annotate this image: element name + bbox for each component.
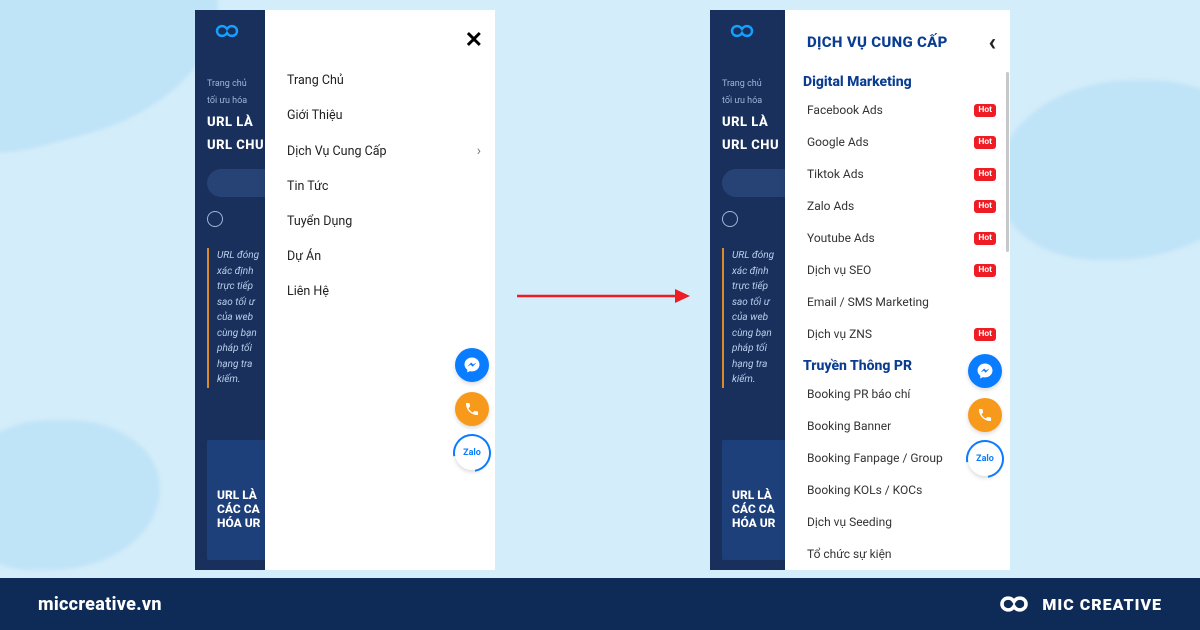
hot-badge: Hot [974,232,996,245]
hot-badge: Hot [974,328,996,341]
messenger-icon [976,362,994,380]
menu-item-label: Tin Tức [287,179,328,194]
brand-logo-icon [207,18,247,44]
avatar-icon [207,211,223,227]
footer-brand: MIC CREATIVE [996,591,1162,617]
service-item-label: Dịch vụ ZNS [807,327,872,341]
phone-button[interactable] [968,398,1002,432]
service-item-label: Email / SMS Marketing [807,295,929,309]
back-icon[interactable]: ‹ [988,28,996,56]
service-item[interactable]: Dịch vụ ZNS Hot [803,318,996,350]
menu-item-label: Tuyển Dụng [287,214,352,229]
messenger-button[interactable] [455,348,489,382]
service-item[interactable]: Google Ads Hot [803,126,996,158]
main-menu-item[interactable]: Liên Hệ [287,274,495,309]
service-item-label: Dịch vụ Seeding [807,515,892,529]
service-item[interactable]: Tổ chức sự kiện [803,538,996,570]
hot-badge: Hot [974,168,996,181]
phone-icon [977,407,993,423]
submenu-title: DỊCH VỤ CUNG CẤP [807,33,948,51]
menu-item-label: Dịch Vụ Cung Cấp [287,144,387,159]
menu-item-label: Trang Chủ [287,73,344,88]
service-item[interactable]: Email / SMS Marketing [803,286,996,318]
scrollbar[interactable] [1006,72,1009,252]
service-item-label: Booking PR báo chí [807,387,910,401]
service-item-label: Booking KOLs / KOCs [807,483,922,497]
menu-item-label: Dự Án [287,249,321,264]
hot-badge: Hot [974,200,996,213]
phone-button[interactable] [455,392,489,426]
service-item-label: Booking Fanpage / Group [807,451,943,465]
messenger-icon [463,356,481,374]
phone-icon [464,401,480,417]
service-item[interactable]: Booking KOLs / KOCs [803,474,996,506]
service-item-label: Tiktok Ads [807,167,864,181]
submenu-panel: DỊCH VỤ CUNG CẤP ‹ Digital MarketingFace… [785,10,1010,570]
hot-badge: Hot [974,136,996,149]
service-item[interactable]: Dịch vụ Seeding [803,506,996,538]
footer-bar: miccreative.vn MIC CREATIVE [0,578,1200,630]
avatar-icon [722,211,738,227]
phone-submenu: Trang chủ tối ưu hóa URL LÀ URL CHU URL … [710,10,1010,570]
contact-bubbles: Zalo [455,348,489,470]
submenu-section-heading: Digital Marketing [803,66,996,94]
close-icon[interactable]: ✕ [465,28,483,53]
service-item[interactable]: Zalo Ads Hot [803,190,996,222]
stage: Trang chủ tối ưu hóa URL LÀ URL CHU URL … [0,0,1200,578]
main-menu-panel: ✕ Trang Chủ Giới Thiệu Dịch Vụ Cung Cấp › Ti… [265,10,495,570]
service-list: Facebook Ads Hot Google Ads Hot Tiktok Ads Ho… [803,94,996,350]
flow-arrow-icon [515,284,690,308]
brand-logo-icon [722,18,762,44]
service-item-label: Booking Banner [807,419,891,433]
service-item[interactable]: Youtube Ads Hot [803,222,996,254]
zalo-ring-icon [446,427,495,480]
main-menu-item[interactable]: Giới Thiệu [287,98,495,133]
service-item-label: Google Ads [807,135,869,149]
service-item-label: Zalo Ads [807,199,854,213]
hot-badge: Hot [974,104,996,117]
chevron-right-icon: › [477,143,481,159]
zalo-button[interactable]: Zalo [968,442,1002,476]
main-menu-item[interactable]: Dự Án [287,239,495,274]
footer-site-label: miccreative.vn [38,594,162,615]
messenger-button[interactable] [968,354,1002,388]
footer-brand-label: MIC CREATIVE [1042,595,1162,614]
brand-logo-icon [996,591,1032,617]
main-menu-list: Trang Chủ Giới Thiệu Dịch Vụ Cung Cấp › Tin … [265,63,495,309]
zalo-button[interactable]: Zalo [455,436,489,470]
service-item-label: Facebook Ads [807,103,883,117]
menu-item-label: Liên Hệ [287,284,329,299]
service-item[interactable]: Facebook Ads Hot [803,94,996,126]
service-item[interactable]: Tiktok Ads Hot [803,158,996,190]
main-menu-item[interactable]: Trang Chủ [287,63,495,98]
main-menu-item[interactable]: Dịch Vụ Cung Cấp › [287,133,495,169]
service-item[interactable]: Dịch vụ SEO Hot [803,254,996,286]
service-item-label: Dịch vụ SEO [807,263,871,277]
service-item-label: Youtube Ads [807,231,875,245]
menu-item-label: Giới Thiệu [287,108,343,123]
main-menu-item[interactable]: Tuyển Dụng [287,204,495,239]
main-menu-item[interactable]: Tin Tức [287,169,495,204]
hot-badge: Hot [974,264,996,277]
submenu-body: Digital MarketingFacebook AdsHotGoogle A… [785,66,1010,570]
phone-main-menu: Trang chủ tối ưu hóa URL LÀ URL CHU URL … [195,10,495,570]
service-item-label: Tổ chức sự kiện [807,547,892,561]
contact-bubbles: Zalo [968,354,1002,476]
